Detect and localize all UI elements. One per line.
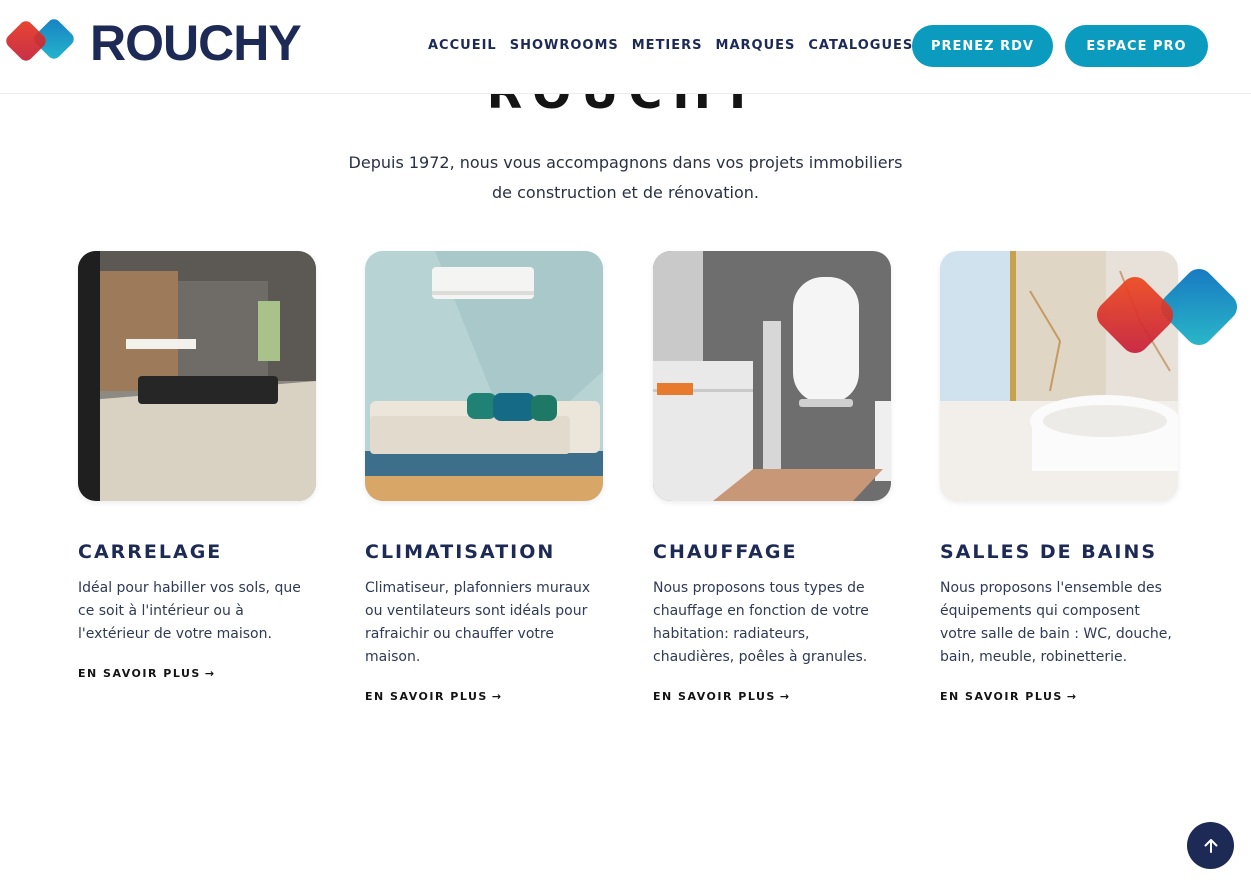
card-title: CHAUFFAGE — [653, 541, 798, 563]
scroll-top-button[interactable] — [1187, 822, 1234, 869]
nav-accueil[interactable]: ACCUEIL — [428, 38, 497, 53]
card-title: SALLES DE BAINS — [940, 541, 1158, 563]
climatisation-image[interactable] — [365, 251, 603, 501]
arrow-right-icon: → — [779, 690, 791, 703]
chauffage-image[interactable] — [653, 251, 891, 501]
en-savoir-plus-link[interactable]: EN SAVOIR PLUS → — [365, 690, 503, 703]
arrow-right-icon: → — [204, 667, 216, 680]
main-nav: ACCUEIL SHOWROOMS METIERS MARQUES CATALO… — [428, 38, 913, 53]
en-savoir-plus-link[interactable]: EN SAVOIR PLUS → — [940, 690, 1078, 703]
arrow-right-icon: → — [491, 690, 503, 703]
prenez-rdv-button[interactable]: PRENEZ RDV — [912, 25, 1053, 67]
intro-text: Depuis 1972, nous vous accompagnons dans… — [0, 148, 1251, 208]
nav-showrooms[interactable]: SHOWROOMS — [510, 38, 619, 53]
carrelage-image[interactable] — [78, 251, 316, 501]
card-description: Nous proposons tous types de chauffage e… — [653, 580, 869, 665]
decorative-diamonds-icon — [1090, 262, 1246, 366]
intro-line: de construction et de rénovation. — [492, 183, 759, 202]
logo-diamonds-icon — [2, 13, 80, 73]
link-label: EN SAVOIR PLUS — [940, 690, 1063, 703]
link-label: EN SAVOIR PLUS — [365, 690, 488, 703]
card-description: Idéal pour habiller vos sols, que ce soi… — [78, 580, 301, 642]
nav-marques[interactable]: MARQUES — [716, 38, 796, 53]
en-savoir-plus-link[interactable]: EN SAVOIR PLUS → — [653, 690, 791, 703]
arrow-right-icon: → — [1066, 690, 1078, 703]
arrow-up-icon — [1204, 838, 1217, 853]
nav-metiers[interactable]: METIERS — [632, 38, 703, 53]
card-chauffage: CHAUFFAGE Nous proposons tous types de c… — [653, 251, 891, 705]
brand-name: ROUCHY — [90, 15, 302, 71]
brand-logo[interactable]: ROUCHY — [0, 8, 302, 78]
card-title: CARRELAGE — [78, 541, 223, 563]
nav-catalogues[interactable]: CATALOGUES — [808, 38, 913, 53]
link-label: EN SAVOIR PLUS — [653, 690, 776, 703]
card-description: Nous proposons l'ensemble des équipement… — [940, 580, 1172, 665]
espace-pro-button[interactable]: ESPACE PRO — [1065, 25, 1208, 67]
card-carrelage: CARRELAGE Idéal pour habiller vos sols, … — [78, 251, 316, 682]
card-title: CLIMATISATION — [365, 541, 556, 563]
link-label: EN SAVOIR PLUS — [78, 667, 201, 680]
site-header: ROUCHY ACCUEIL SHOWROOMS METIERS MARQUES… — [0, 0, 1251, 94]
card-description: Climatiseur, plafonniers muraux ou venti… — [365, 580, 591, 665]
intro-line: Depuis 1972, nous vous accompagnons dans… — [348, 153, 903, 172]
card-climatisation: CLIMATISATION Climatiseur, plafonniers m… — [365, 251, 603, 705]
en-savoir-plus-link[interactable]: EN SAVOIR PLUS → — [78, 667, 216, 680]
